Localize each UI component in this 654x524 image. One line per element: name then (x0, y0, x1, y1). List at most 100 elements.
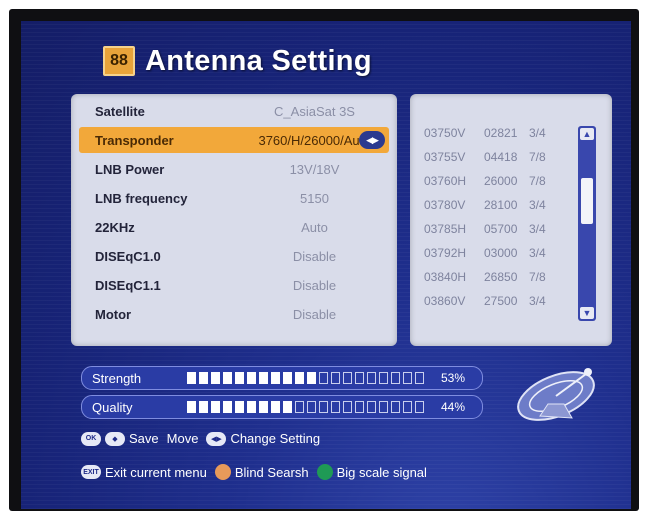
help-line-1: OK ◆ Save Move ◀▶ Change Setting (81, 431, 320, 446)
setting-label: Transponder (95, 132, 174, 148)
transponder-item[interactable]: 03780V 28100 3/4 (424, 194, 574, 216)
tp-symbol-rate: 02821 (484, 126, 518, 140)
menu-grid-icon: 88 (103, 46, 135, 76)
tp-fec: 3/4 (529, 198, 546, 212)
meter-segment (295, 401, 304, 413)
tp-symbol-rate: 27500 (484, 294, 518, 308)
tp-fec: 3/4 (529, 246, 546, 260)
orange-key-icon (214, 464, 231, 480)
setting-value: Disable (292, 277, 337, 293)
meter-segment (199, 372, 208, 384)
setting-row-motor[interactable]: Motor Disable (79, 301, 389, 327)
meter-segment (415, 401, 424, 413)
satellite-dish-icon (517, 368, 595, 421)
transponder-item[interactable]: 03755V 04418 7/8 (424, 146, 574, 168)
ok-key-icon: OK (81, 431, 101, 446)
setting-label: Motor (95, 306, 132, 322)
help-big-scale: Big scale signal (336, 464, 427, 480)
meter-segment (343, 401, 352, 413)
tp-symbol-rate: 28100 (484, 198, 518, 212)
meter-segment (367, 401, 376, 413)
tp-fec: 7/8 (529, 174, 546, 188)
transponder-item[interactable]: 03785H 05700 3/4 (424, 218, 574, 240)
meter-segment (211, 401, 220, 413)
tp-fec: 7/8 (529, 150, 546, 164)
tp-frequency: 03750V (424, 126, 466, 140)
tp-symbol-rate: 04418 (484, 150, 518, 164)
meter-segment (235, 372, 244, 384)
osd-screen: 88 Antenna Setting Satellite C_AsiaSat 3… (21, 21, 631, 509)
meter-segment (307, 401, 316, 413)
transponder-item[interactable]: 03840H 26850 7/8 (424, 266, 574, 288)
tp-frequency: 03785H (424, 222, 467, 236)
meter-segment (223, 401, 232, 413)
green-key-icon (316, 464, 333, 480)
meter-segment (367, 372, 376, 384)
help-move: Move (166, 431, 199, 446)
meter-segment (307, 372, 316, 384)
meter-segment (283, 401, 292, 413)
transponder-list-panel: 03750V 02821 3/4 03755V 04418 7/8 03760H… (410, 94, 612, 346)
meter-segment (235, 401, 244, 413)
tp-frequency: 03760H (424, 174, 467, 188)
tp-fec: 3/4 (529, 222, 546, 236)
transponder-scrollbar[interactable]: ▲ ▼ (578, 126, 596, 321)
setting-row-satellite[interactable]: Satellite C_AsiaSat 3S (79, 98, 389, 124)
setting-row-lnb-frequency[interactable]: LNB frequency 5150 (79, 185, 389, 211)
setting-row-diseqc11[interactable]: DISEqC1.1 Disable (79, 272, 389, 298)
scroll-up-icon[interactable]: ▲ (580, 128, 594, 140)
transponder-item[interactable]: 03750V 02821 3/4 (424, 122, 574, 144)
exit-key-icon: EXIT (81, 465, 101, 479)
strength-label: Strength (92, 370, 142, 386)
setting-value: 13V/18V (289, 161, 340, 177)
meter-segment (319, 372, 328, 384)
meter-segment (247, 401, 256, 413)
nav-key-icon: ◆ (105, 431, 125, 446)
meter-segment (223, 372, 232, 384)
setting-label: Satellite (95, 103, 145, 119)
setting-value: Disable (292, 306, 337, 322)
setting-label: 22KHz (95, 219, 135, 235)
tp-frequency: 03792H (424, 246, 467, 260)
transponder-item[interactable]: 03792H 03000 3/4 (424, 242, 574, 264)
scroll-thumb[interactable] (581, 178, 593, 224)
quality-bar (187, 401, 435, 413)
help-line-2: EXIT Exit current menu Blind Searsh Big … (81, 464, 427, 480)
meter-segment (259, 401, 268, 413)
meter-segment (259, 372, 268, 384)
left-right-arrows-icon[interactable]: ◀▶ (359, 131, 385, 149)
quality-label: Quality (92, 399, 133, 415)
setting-label: DISEqC1.1 (95, 277, 161, 293)
strength-meter: Strength 53% (81, 366, 483, 390)
help-change-setting: Change Setting (230, 431, 321, 446)
setting-label: DISEqC1.0 (95, 248, 161, 264)
setting-row-transponder[interactable]: Transponder 3760/H/26000/Auto ◀▶ (79, 127, 389, 153)
strength-bar (187, 372, 435, 384)
meter-segment (319, 401, 328, 413)
meter-segment (343, 372, 352, 384)
setting-row-lnb-power[interactable]: LNB Power 13V/18V (79, 156, 389, 182)
meter-segment (355, 401, 364, 413)
page-title: Antenna Setting (145, 44, 372, 77)
transponder-item[interactable]: 03860V 27500 3/4 (424, 290, 574, 312)
tp-frequency: 03860V (424, 294, 466, 308)
setting-label: LNB Power (95, 161, 165, 177)
meter-segment (331, 401, 340, 413)
left-right-key-icon: ◀▶ (206, 431, 227, 446)
transponder-item[interactable]: 03760H 26000 7/8 (424, 170, 574, 192)
tp-frequency: 03780V (424, 198, 466, 212)
settings-panel: Satellite C_AsiaSat 3S Transponder 3760/… (71, 94, 397, 346)
setting-row-22khz[interactable]: 22KHz Auto (79, 214, 389, 240)
meter-segment (403, 372, 412, 384)
meter-segment (187, 372, 196, 384)
tp-frequency: 03755V (424, 150, 466, 164)
scroll-down-icon[interactable]: ▼ (580, 307, 594, 319)
setting-row-diseqc10[interactable]: DISEqC1.0 Disable (79, 243, 389, 269)
setting-value: Disable (292, 248, 337, 264)
meter-segment (391, 372, 400, 384)
help-blind-search: Blind Searsh (234, 464, 309, 480)
meter-segment (403, 401, 412, 413)
quality-percent: 44% (441, 400, 466, 414)
meter-segment (271, 401, 280, 413)
tp-fec: 3/4 (529, 126, 546, 140)
